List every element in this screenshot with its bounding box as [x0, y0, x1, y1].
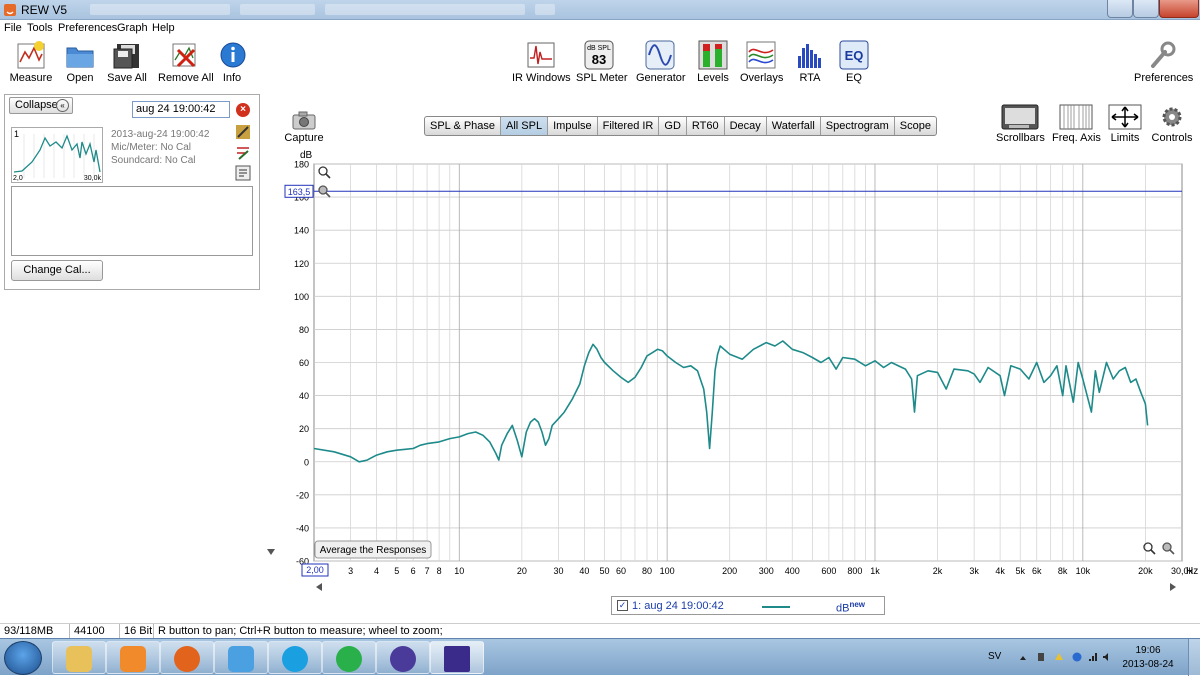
- usb-device-icon[interactable]: [1036, 652, 1046, 662]
- taskbar-app-media-player[interactable]: [106, 641, 160, 674]
- y-tick-label: 60: [299, 358, 309, 368]
- legend: ✓ 1: aug 24 19:00:42 dBnew: [611, 596, 885, 615]
- sample-rate-status: 44100 Hz: [70, 624, 120, 651]
- legend-series-name: 1: aug 24 19:00:42: [632, 600, 724, 612]
- x-tick-label: 200: [722, 566, 737, 576]
- x-tick-label: 20k: [1138, 566, 1153, 576]
- legend-checkbox[interactable]: ✓: [617, 600, 628, 611]
- x-tick-label: 4: [374, 566, 379, 576]
- x-tick-label: 600: [821, 566, 836, 576]
- memory-status: 93/118MB: [0, 624, 70, 639]
- x-tick-label: 2k: [933, 566, 943, 576]
- x-tick-label: 60: [616, 566, 626, 576]
- file-explorer-icon: [66, 646, 92, 672]
- x-tick-label: 40: [579, 566, 589, 576]
- y-tick-label: 140: [294, 226, 309, 236]
- x-tick-label: 50: [600, 566, 610, 576]
- x-tick-label: 3: [348, 566, 353, 576]
- x-tick-label: 300: [759, 566, 774, 576]
- y-tick-label: 100: [294, 292, 309, 302]
- taskbar-app-torrent[interactable]: [376, 641, 430, 674]
- legend-line-swatch: [762, 606, 790, 608]
- hint-status: R button to pan; Ctrl+R button to measur…: [158, 625, 443, 637]
- x-tick-label: 3k: [969, 566, 979, 576]
- torrent-icon: [390, 646, 416, 672]
- x-tick-label: 800: [847, 566, 862, 576]
- y-tick-label: 120: [294, 259, 309, 269]
- y-axis-ticks: -60-40-20020406080100120140160180: [294, 160, 309, 567]
- system-tray: SV 19:06 2013-08-24: [982, 639, 1200, 676]
- media-player-icon: [120, 646, 146, 672]
- x-tick-label: 10k: [1076, 566, 1091, 576]
- x-tick-label: 7: [425, 566, 430, 576]
- y-tick-label: 180: [294, 160, 309, 170]
- average-responses-label: Average the Responses: [320, 545, 427, 556]
- taskbar: SV 19:06 2013-08-24: [0, 638, 1200, 676]
- clock-date: 2013-08-24: [1122, 659, 1174, 670]
- skype-icon: [282, 646, 308, 672]
- x-tick-label: 5k: [1016, 566, 1026, 576]
- x-axis-label: Hz: [1186, 566, 1198, 577]
- y-tick-label: 0: [304, 457, 309, 467]
- bit-depth-status: 16 Bit: [120, 624, 154, 639]
- y-tick-label: 20: [299, 424, 309, 434]
- x-tick-label: 6: [411, 566, 416, 576]
- x-tick-label: 4k: [995, 566, 1005, 576]
- language-indicator[interactable]: SV: [988, 651, 1001, 662]
- action-center-icon[interactable]: [1054, 652, 1064, 662]
- network-icon[interactable]: [1088, 652, 1098, 662]
- horizontal-scrollbar[interactable]: [316, 583, 1176, 591]
- x-tick-label: 30: [553, 566, 563, 576]
- y-tick-label: 80: [299, 325, 309, 335]
- x-tick-label: 8k: [1058, 566, 1068, 576]
- bluetooth-icon[interactable]: [1072, 652, 1082, 662]
- show-hidden-icons-icon[interactable]: [1018, 653, 1028, 663]
- x-tick-label: 5: [394, 566, 399, 576]
- scroll-down-arrow[interactable]: [267, 549, 275, 555]
- x-tick-label: 8: [437, 566, 442, 576]
- x-tick-label: 80: [642, 566, 652, 576]
- x-tick-label: 400: [785, 566, 800, 576]
- x-tick-label: 6k: [1032, 566, 1042, 576]
- spotify-icon: [336, 646, 362, 672]
- legend-unit-suffix: new: [849, 600, 866, 609]
- average-responses-button[interactable]: Average the Responses: [314, 540, 432, 559]
- taskbar-app-messenger[interactable]: [214, 641, 268, 674]
- status-bar: 93/118MB 44100 Hz 16 Bit R button to pan…: [0, 623, 1200, 651]
- graph-grid: [313, 163, 1183, 562]
- x-tick-label: 100: [660, 566, 675, 576]
- messenger-icon: [228, 646, 254, 672]
- firefox-icon: [174, 646, 200, 672]
- scroll-right-arrow[interactable]: [1170, 583, 1176, 591]
- windows-start-icon[interactable]: [4, 641, 42, 675]
- y-tick-label: 40: [299, 391, 309, 401]
- show-desktop-button[interactable]: [1188, 639, 1200, 676]
- y-axis-label: dB: [300, 150, 313, 161]
- x-start-marker[interactable]: 2,00: [301, 563, 329, 577]
- taskbar-app-firefox[interactable]: [160, 641, 214, 674]
- scroll-left-arrow[interactable]: [316, 583, 322, 591]
- cursor-value-label: 163,5: [288, 187, 311, 197]
- legend-unit-text: dB: [836, 602, 850, 615]
- volume-icon[interactable]: [1102, 652, 1112, 662]
- clock[interactable]: 19:06 2013-08-24: [1118, 644, 1178, 672]
- taskbar-app-skype[interactable]: [268, 641, 322, 674]
- x-start-label: 2,00: [306, 565, 324, 575]
- taskbar-app-rew[interactable]: [430, 641, 484, 674]
- rew-icon: [444, 646, 470, 672]
- y-tick-label: -20: [296, 490, 309, 500]
- x-tick-label: 10: [454, 566, 464, 576]
- spl-graph[interactable]: -60-40-20020406080100120140160180 345678…: [0, 0, 1200, 595]
- vertical-scrollbar[interactable]: [267, 549, 275, 555]
- clock-time: 19:06: [1135, 645, 1161, 656]
- taskbar-app-spotify[interactable]: [322, 641, 376, 674]
- x-tick-label: 1k: [870, 566, 880, 576]
- x-tick-label: 20: [517, 566, 527, 576]
- taskbar-app-explorer[interactable]: [52, 641, 106, 674]
- y-tick-label: -40: [296, 523, 309, 533]
- x-axis-ticks: 3 4 5 6 7 8 10 20 30 40 50 60 80 100 200 300 400 600 800 1k…: [348, 566, 1193, 576]
- legend-unit: dBnew: [836, 600, 865, 615]
